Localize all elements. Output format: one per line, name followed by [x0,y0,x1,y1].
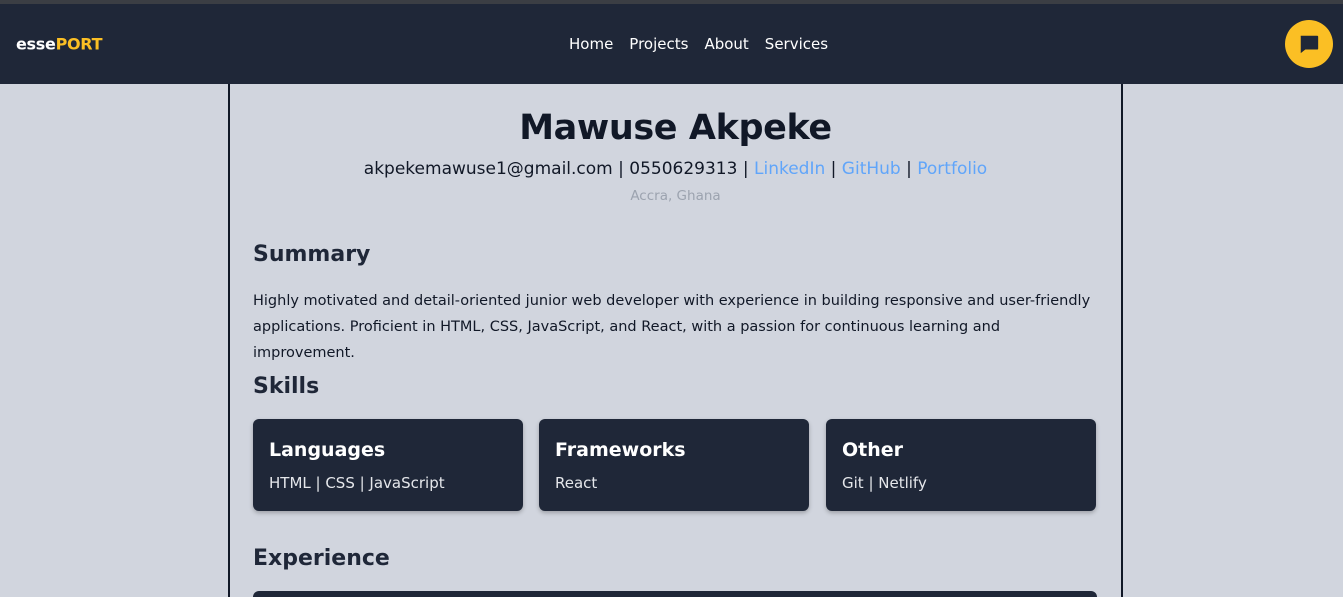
experience-heading: Experience [253,546,390,571]
navbar: essePORT Home Projects About Services [0,4,1343,84]
nav-link-about[interactable]: About [704,35,748,53]
skill-card-title: Frameworks [555,439,686,461]
portfolio-link[interactable]: Portfolio [917,159,987,179]
brand-logo[interactable]: essePORT [16,34,103,54]
linkedin-link[interactable]: LinkedIn [754,159,825,179]
resume-page: Mawuse Akpeke akpekemawuse1@gmail.com | … [228,84,1123,597]
contact-email: akpekemawuse1@gmail.com [363,159,613,179]
skill-card-items: React [555,474,598,492]
chat-button[interactable] [1285,20,1333,68]
summary-heading: Summary [253,242,371,267]
experience-card [253,591,1097,597]
chat-bubble-icon [1300,35,1319,54]
skill-card-items: Git | Netlify [842,474,927,492]
skill-card-items: HTML | CSS | JavaScript [269,474,445,492]
contact-separator: | [737,159,754,179]
nav-link-projects[interactable]: Projects [629,35,688,53]
skill-card-title: Other [842,439,904,461]
nav-link-services[interactable]: Services [765,35,828,53]
location: Accra, Ghana [630,188,721,204]
skills-heading: Skills [253,374,320,399]
skill-card-languages: Languages HTML | CSS | JavaScript [253,419,523,511]
nav-links: Home Projects About Services [569,35,844,53]
skill-card-other: Other Git | Netlify [826,419,1096,511]
contact-separator: | [825,159,842,179]
brand-part2: PORT [55,34,103,54]
github-link[interactable]: GitHub [842,159,901,179]
brand-part1: esse [16,34,56,54]
summary-text: Highly motivated and detail-oriented jun… [253,293,1091,361]
skill-card-frameworks: Frameworks React [539,419,809,511]
resume-name: Mawuse Akpeke [519,108,832,148]
contact-separator: | [612,159,630,179]
contact-line: akpekemawuse1@gmail.com | 0550629313 | L… [230,159,1121,179]
nav-link-home[interactable]: Home [569,35,613,53]
skill-card-title: Languages [269,439,386,461]
contact-phone: 0550629313 [629,159,738,179]
contact-separator: | [900,159,918,179]
